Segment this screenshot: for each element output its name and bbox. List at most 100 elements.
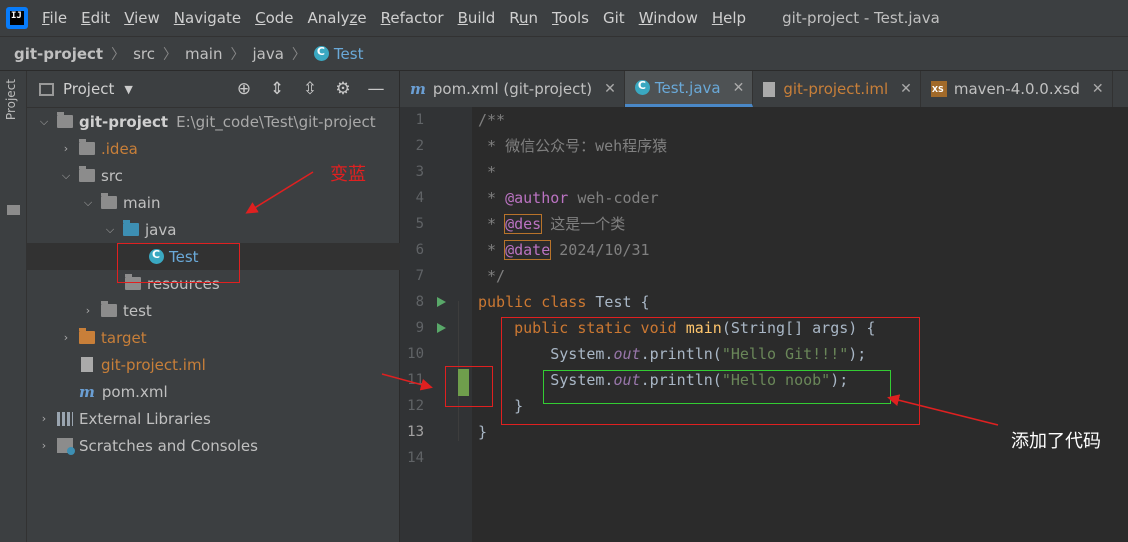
project-panel: Project ▼ ⊕ ⇕ ⇳ ⚙ — ⌵ git-project E:\git… bbox=[27, 71, 521, 542]
menu-item-3[interactable]: Navigate bbox=[174, 9, 241, 27]
tab-label: git-project.iml bbox=[783, 80, 889, 98]
tree-item-test[interactable]: › test bbox=[27, 297, 453, 324]
tree-item-iml[interactable]: git-project.iml bbox=[27, 351, 453, 378]
project-view-selector[interactable]: Project bbox=[63, 80, 114, 98]
chevron-right-icon[interactable]: › bbox=[59, 331, 73, 344]
tree-item-src[interactable]: ⌵ src bbox=[27, 162, 431, 189]
source-folder-icon bbox=[123, 220, 139, 236]
close-icon[interactable]: ✕ bbox=[733, 80, 745, 96]
line-number: 13 bbox=[407, 424, 424, 440]
line-number: 2 bbox=[415, 138, 424, 154]
chevron-right-icon: 〉 bbox=[230, 46, 245, 63]
file-icon bbox=[81, 357, 93, 372]
intellij-logo-icon: IJ bbox=[6, 7, 28, 29]
expand-all-icon[interactable]: ⇕ bbox=[267, 79, 287, 99]
caret-down-icon[interactable]: ▼ bbox=[124, 83, 132, 96]
chevron-down-icon[interactable]: ⌵ bbox=[103, 223, 117, 237]
file-icon bbox=[763, 81, 776, 97]
tree-item-pom[interactable]: m pom.xml bbox=[27, 378, 451, 405]
menu-item-10[interactable]: Git bbox=[603, 9, 625, 27]
code-line-2: * 微信公众号：weh程序猿 bbox=[478, 133, 667, 159]
annotation-turn-blue: 变蓝 bbox=[330, 164, 366, 185]
comment-text: weh-coder bbox=[568, 189, 659, 207]
menu-bar: IJ File Edit View Navigate Code Analyze Refact… bbox=[0, 0, 1128, 36]
chevron-right-icon: 〉 bbox=[291, 46, 306, 63]
code-line-3: * bbox=[478, 159, 496, 185]
menu-item-11[interactable]: Window bbox=[639, 9, 698, 27]
breadcrumb-src[interactable]: src bbox=[133, 45, 155, 63]
tab-pom-xml[interactable]: m pom.xml (git-project) ✕ bbox=[400, 71, 625, 107]
chevron-right-icon[interactable]: › bbox=[81, 304, 95, 317]
menu-item-5[interactable]: Analyze bbox=[308, 9, 367, 27]
folder-icon bbox=[79, 166, 95, 182]
menu-item-8[interactable]: Run bbox=[509, 9, 538, 27]
menu-item-2[interactable]: View bbox=[124, 9, 160, 27]
editor-gutter[interactable]: 1 2 3 4 5 6 7 8 9 10 11 12 13 14 bbox=[400, 107, 472, 542]
tree-item-label: pom.xml bbox=[101, 382, 168, 401]
tree-item-target[interactable]: › target bbox=[27, 324, 431, 351]
line-number: 4 bbox=[415, 190, 424, 206]
menu-item-12[interactable]: Help bbox=[712, 9, 746, 27]
tree-item-scratches[interactable]: › Scratches and Consoles bbox=[27, 432, 409, 459]
chevron-right-icon: 〉 bbox=[111, 46, 126, 63]
breadcrumb-main[interactable]: main bbox=[185, 45, 222, 63]
chevron-down-icon[interactable]: ⌵ bbox=[81, 196, 95, 210]
gear-icon[interactable]: ⚙ bbox=[333, 79, 353, 99]
chevron-down-icon[interactable]: ⌵ bbox=[37, 115, 51, 129]
tree-item-label: target bbox=[101, 328, 147, 347]
chevron-right-icon: 〉 bbox=[163, 46, 177, 63]
punctuation: { bbox=[631, 293, 650, 311]
tree-item-idea[interactable]: › .idea bbox=[27, 135, 431, 162]
tree-item-label: .idea bbox=[101, 139, 138, 158]
breadcrumb-project[interactable]: git-project bbox=[14, 45, 103, 63]
tab-test-java[interactable]: Test.java ✕ bbox=[624, 71, 754, 107]
close-icon[interactable]: ✕ bbox=[1092, 81, 1104, 97]
menu-items: File Edit View Navigate Code Analyze Refactor B… bbox=[42, 9, 760, 27]
run-main-icon[interactable] bbox=[437, 323, 446, 333]
editor-tabs: m pom.xml (git-project) ✕ Test.java ✕ gi… bbox=[400, 71, 1128, 107]
menu-item-0[interactable]: File bbox=[42, 9, 67, 27]
close-icon[interactable]: ✕ bbox=[604, 81, 616, 97]
code-line-5: * @des 这是一个类 bbox=[478, 211, 625, 237]
chevron-right-icon[interactable]: › bbox=[59, 142, 73, 155]
chevron-down-icon[interactable]: ⌵ bbox=[59, 169, 73, 183]
menu-item-6[interactable]: Refactor bbox=[381, 9, 444, 27]
folder-icon bbox=[79, 139, 95, 155]
comment-text: * bbox=[478, 215, 506, 233]
close-icon[interactable]: ✕ bbox=[900, 81, 912, 97]
project-tool-window-button[interactable]: Project bbox=[4, 79, 18, 120]
tree-item-label: main bbox=[123, 193, 161, 212]
tree-item-main[interactable]: ⌵ main bbox=[27, 189, 453, 216]
tab-git-project-iml[interactable]: git-project.iml ✕ bbox=[753, 71, 921, 107]
breadcrumb: git-project 〉 src 〉 main 〉 java 〉 Test bbox=[0, 36, 1128, 70]
menu-item-9[interactable]: Tools bbox=[552, 9, 589, 27]
menu-item-4[interactable]: Code bbox=[255, 9, 293, 27]
tree-item-external-libraries[interactable]: › External Libraries bbox=[27, 405, 409, 432]
menu-item-1[interactable]: Edit bbox=[81, 9, 110, 27]
tab-maven-xsd[interactable]: maven-4.0.0.xsd ✕ bbox=[921, 71, 1113, 107]
window-title: git-project - Test.java bbox=[782, 9, 940, 27]
library-icon bbox=[57, 411, 73, 426]
keyword: public class bbox=[478, 293, 596, 311]
locate-icon[interactable]: ⊕ bbox=[234, 79, 254, 99]
folder-icon[interactable] bbox=[7, 205, 20, 215]
scratches-icon bbox=[57, 438, 75, 455]
line-number: 1 bbox=[415, 112, 424, 128]
line-number: 14 bbox=[407, 450, 424, 466]
code-line-7: */ bbox=[478, 263, 505, 289]
class-name: Test bbox=[595, 293, 632, 311]
maven-icon: m bbox=[410, 80, 426, 98]
collapse-all-icon[interactable]: ⇳ bbox=[300, 79, 320, 99]
maven-icon: m bbox=[79, 382, 95, 401]
menu-item-7[interactable]: Build bbox=[458, 9, 496, 27]
breadcrumb-java[interactable]: java bbox=[252, 45, 283, 63]
chevron-right-icon[interactable]: › bbox=[37, 439, 51, 452]
tree-item-root[interactable]: ⌵ git-project E:\git_code\Test\git-proje… bbox=[27, 108, 409, 135]
line-number: 8 bbox=[415, 294, 424, 310]
code-line-1: /** bbox=[478, 107, 505, 133]
module-folder-icon bbox=[57, 112, 73, 128]
breadcrumb-test[interactable]: Test bbox=[334, 45, 364, 63]
hide-icon[interactable]: — bbox=[366, 79, 386, 99]
chevron-right-icon[interactable]: › bbox=[37, 412, 51, 425]
run-class-icon[interactable] bbox=[437, 297, 446, 307]
